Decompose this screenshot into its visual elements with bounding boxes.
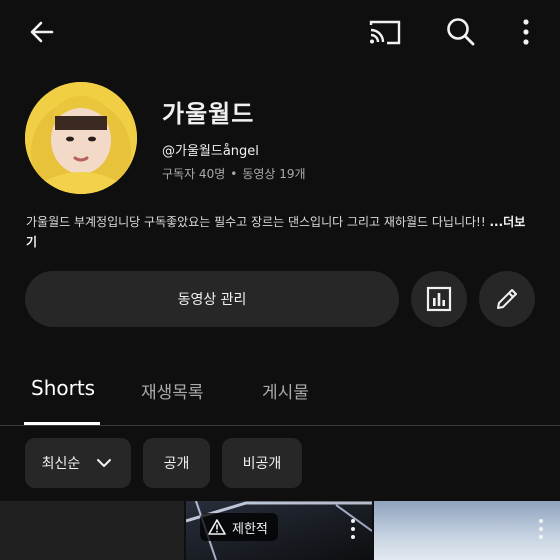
cast-button[interactable] [364,12,406,52]
analytics-icon [426,286,452,312]
back-button[interactable] [22,12,62,52]
cast-icon [369,20,401,45]
top-app-bar [0,0,560,64]
tab-playlists[interactable]: 재생목록 [141,378,204,403]
manage-videos-button[interactable]: 동영상 관리 [25,271,399,327]
search-button[interactable] [440,12,482,52]
video-count: 동영상 19개 [242,167,306,181]
sort-chip-label: 최신순 [41,456,81,472]
private-filter-chip[interactable]: 비공개 [222,438,302,488]
channel-description[interactable]: 가울월드 부계정입니당 구독좋았요는 필수고 장르는 댄스입니다 그리고 재하월… [26,212,536,252]
active-tab-indicator [24,422,100,425]
channel-stats: 구독자 40명 • 동영상 19개 [162,165,306,182]
channel-handle: @가울월드ångel [162,144,259,159]
short-thumbnail-1[interactable] [0,501,184,560]
restricted-badge: 제한적 [200,513,278,541]
warning-icon [208,519,226,535]
private-chip-label: 비공개 [242,456,282,472]
short-thumbnail-3[interactable] [374,501,560,560]
search-icon [447,18,475,46]
public-chip-label: 공개 [163,456,190,472]
channel-tabs: Shorts 재생목록 게시물 [0,360,560,426]
restricted-label: 제한적 [232,521,268,537]
chevron-down-icon [97,459,112,467]
tab-posts[interactable]: 게시물 [262,378,309,403]
thumbnail-2-more-button[interactable] [348,518,358,540]
edit-pencil-icon [497,289,517,309]
tab-shorts[interactable]: Shorts [31,376,95,400]
more-vert-icon [539,519,543,539]
more-vert-icon [523,19,529,45]
shorts-grid [0,501,560,560]
analytics-button[interactable] [411,271,467,327]
channel-avatar[interactable] [25,82,137,194]
description-text: 가울월드 부계정입니당 구독좋았요는 필수고 장르는 댄스입니다 그리고 재하월… [26,215,490,229]
subscriber-count: 구독자 40명 [162,167,226,181]
manage-videos-label: 동영상 관리 [177,292,247,308]
edit-channel-button[interactable] [479,271,535,327]
channel-name: 가울월드 [162,100,255,128]
sort-chip[interactable]: 최신순 [25,438,131,488]
more-vert-icon [351,519,355,539]
arrow-back-icon [30,21,54,43]
avatar-image [25,82,137,194]
separator-dot: • [230,167,238,181]
more-options-button[interactable] [506,12,546,52]
public-filter-chip[interactable]: 공개 [143,438,210,488]
thumbnail-3-more-button[interactable] [536,518,546,540]
